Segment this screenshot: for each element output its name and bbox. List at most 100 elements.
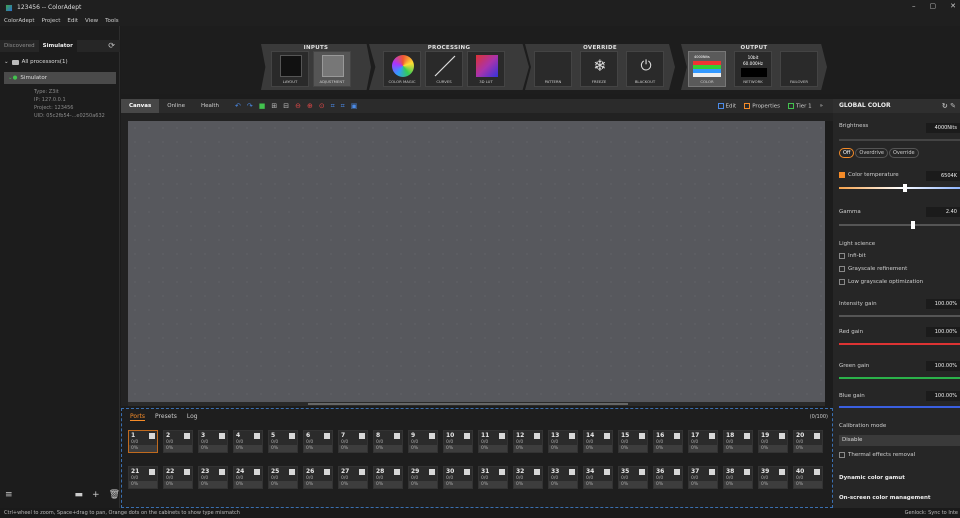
tab-online[interactable]: Online (159, 99, 193, 113)
port-checkbox[interactable] (744, 469, 750, 475)
port-checkbox[interactable] (639, 469, 645, 475)
infi-bit-row[interactable]: Infi-bit (839, 253, 866, 259)
color-output-button[interactable]: 4000Nits COLOR (688, 51, 726, 87)
grayscale-refinement-checkbox[interactable] (839, 266, 845, 272)
port-checkbox[interactable] (429, 469, 435, 475)
trash-icon[interactable]: 🗑 (109, 490, 120, 500)
gamma-slider[interactable] (839, 224, 960, 226)
tree-all-processors[interactable]: ⌄ All processors(1) (0, 56, 120, 68)
port-tile[interactable]: 18 0/0 0% (723, 430, 753, 453)
tab-ports[interactable]: Ports (130, 413, 146, 421)
port-tile[interactable]: 29 0/0 0% (408, 466, 438, 489)
port-checkbox[interactable] (254, 469, 260, 475)
menu-view[interactable]: View (85, 18, 98, 24)
distribute-icon[interactable]: ⊟ (283, 102, 289, 110)
port-tile[interactable]: 6 0/0 0% (303, 430, 333, 453)
port-checkbox[interactable] (149, 433, 155, 439)
infi-bit-checkbox[interactable] (839, 253, 845, 259)
port-tile[interactable]: 25 0/0 0% (268, 466, 298, 489)
port-checkbox[interactable] (149, 469, 155, 475)
failover-button[interactable]: FAILOVER (780, 51, 818, 87)
gamma-handle[interactable] (911, 221, 915, 229)
port-tile[interactable]: 5 0/0 0% (268, 430, 298, 453)
pin-icon[interactable]: ✎ (950, 102, 956, 110)
port-checkbox[interactable] (394, 469, 400, 475)
close-button[interactable]: ✕ (950, 2, 956, 10)
port-tile[interactable]: 20 0/0 0% (793, 430, 823, 453)
layout-button[interactable]: LAYOUT (271, 51, 309, 87)
blue-gain-field[interactable]: 100.00% (926, 391, 960, 401)
menu-tools[interactable]: Tools (105, 18, 119, 24)
port-tile[interactable]: 31 0/0 0% (478, 466, 508, 489)
port-tile[interactable]: 17 0/0 0% (688, 430, 718, 453)
port-tile[interactable]: 12 0/0 0% (513, 430, 543, 453)
tab-simulator[interactable]: Simulator (38, 40, 77, 52)
blackout-button[interactable]: ⏻ BLACKOUT (626, 51, 664, 87)
expand-panel-icon[interactable]: » (820, 103, 823, 109)
port-tile[interactable]: 14 0/0 0% (583, 430, 613, 453)
port-checkbox[interactable] (289, 469, 295, 475)
port-tile[interactable]: 21 0/0 0% (128, 466, 158, 489)
tree-simulator[interactable]: ⌄● Simulator (4, 72, 116, 84)
port-tile[interactable]: 3 0/0 0% (198, 430, 228, 453)
port-checkbox[interactable] (184, 433, 190, 439)
low-grayscale-checkbox[interactable] (839, 279, 845, 285)
port-tile[interactable]: 27 0/0 0% (338, 466, 368, 489)
port-tile[interactable]: 37 0/0 0% (688, 466, 718, 489)
reset-icon[interactable]: ↻ (942, 102, 948, 110)
green-gain-field[interactable]: 100.00% (926, 361, 960, 371)
mode-off[interactable]: Off (839, 148, 855, 158)
red-gain-slider[interactable] (839, 343, 960, 345)
layout-canvas[interactable] (128, 121, 825, 402)
fit-width-icon[interactable]: ⌗ (331, 102, 335, 111)
edit-button[interactable]: Edit (717, 102, 736, 109)
port-checkbox[interactable] (639, 433, 645, 439)
add-icon[interactable]: + (92, 490, 100, 500)
menu-icon[interactable]: ≡ (5, 490, 13, 500)
refresh-icon[interactable]: ⟳ (108, 40, 115, 52)
port-checkbox[interactable] (289, 433, 295, 439)
tab-canvas[interactable]: Canvas (121, 99, 160, 113)
port-checkbox[interactable] (569, 469, 575, 475)
folder-open-icon[interactable]: ▬ (75, 490, 84, 500)
calibration-select[interactable]: Disable (839, 435, 960, 446)
port-tile[interactable]: 38 0/0 0% (723, 466, 753, 489)
redo-icon[interactable]: ↷ (247, 102, 253, 110)
fit-height-icon[interactable]: ⌗ (341, 102, 345, 111)
port-checkbox[interactable] (499, 433, 505, 439)
green-gain-slider[interactable] (839, 377, 960, 379)
port-tile[interactable]: 9 0/0 0% (408, 430, 438, 453)
port-checkbox[interactable] (429, 433, 435, 439)
color-temp-slider[interactable] (839, 187, 960, 189)
port-tile[interactable]: 23 0/0 0% (198, 466, 228, 489)
port-tile[interactable]: 35 0/0 0% (618, 466, 648, 489)
color-temp-field[interactable]: 6504K (926, 171, 960, 181)
undo-icon[interactable]: ↶ (235, 102, 241, 110)
color-temp-handle[interactable] (903, 184, 907, 192)
intensity-slider[interactable] (839, 315, 960, 317)
port-tile[interactable]: 30 0/0 0% (443, 466, 473, 489)
maximize-button[interactable]: ▢ (930, 2, 937, 10)
brightness-slider[interactable] (839, 139, 960, 141)
gamma-field[interactable]: 2.40 (926, 207, 960, 217)
port-checkbox[interactable] (814, 469, 820, 475)
intensity-field[interactable]: 100.00% (926, 299, 960, 309)
mode-overdrive[interactable]: Overdrive (855, 148, 888, 158)
port-tile[interactable]: 34 0/0 0% (583, 466, 613, 489)
port-checkbox[interactable] (219, 469, 225, 475)
port-tile[interactable]: 39 0/0 0% (758, 466, 788, 489)
port-checkbox[interactable] (814, 433, 820, 439)
port-checkbox[interactable] (674, 469, 680, 475)
zoom-out-icon[interactable]: ⊖ (295, 102, 301, 110)
port-tile[interactable]: 19 0/0 0% (758, 430, 788, 453)
port-checkbox[interactable] (324, 469, 330, 475)
canvas-scrollbar[interactable] (128, 402, 825, 406)
port-checkbox[interactable] (744, 433, 750, 439)
blue-gain-slider[interactable] (839, 406, 960, 408)
port-checkbox[interactable] (464, 469, 470, 475)
adjustment-button[interactable]: ADJUSTMENT (313, 51, 351, 87)
port-checkbox[interactable] (674, 433, 680, 439)
port-checkbox[interactable] (324, 433, 330, 439)
color-temp-checkbox[interactable] (839, 172, 845, 178)
port-tile[interactable]: 22 0/0 0% (163, 466, 193, 489)
